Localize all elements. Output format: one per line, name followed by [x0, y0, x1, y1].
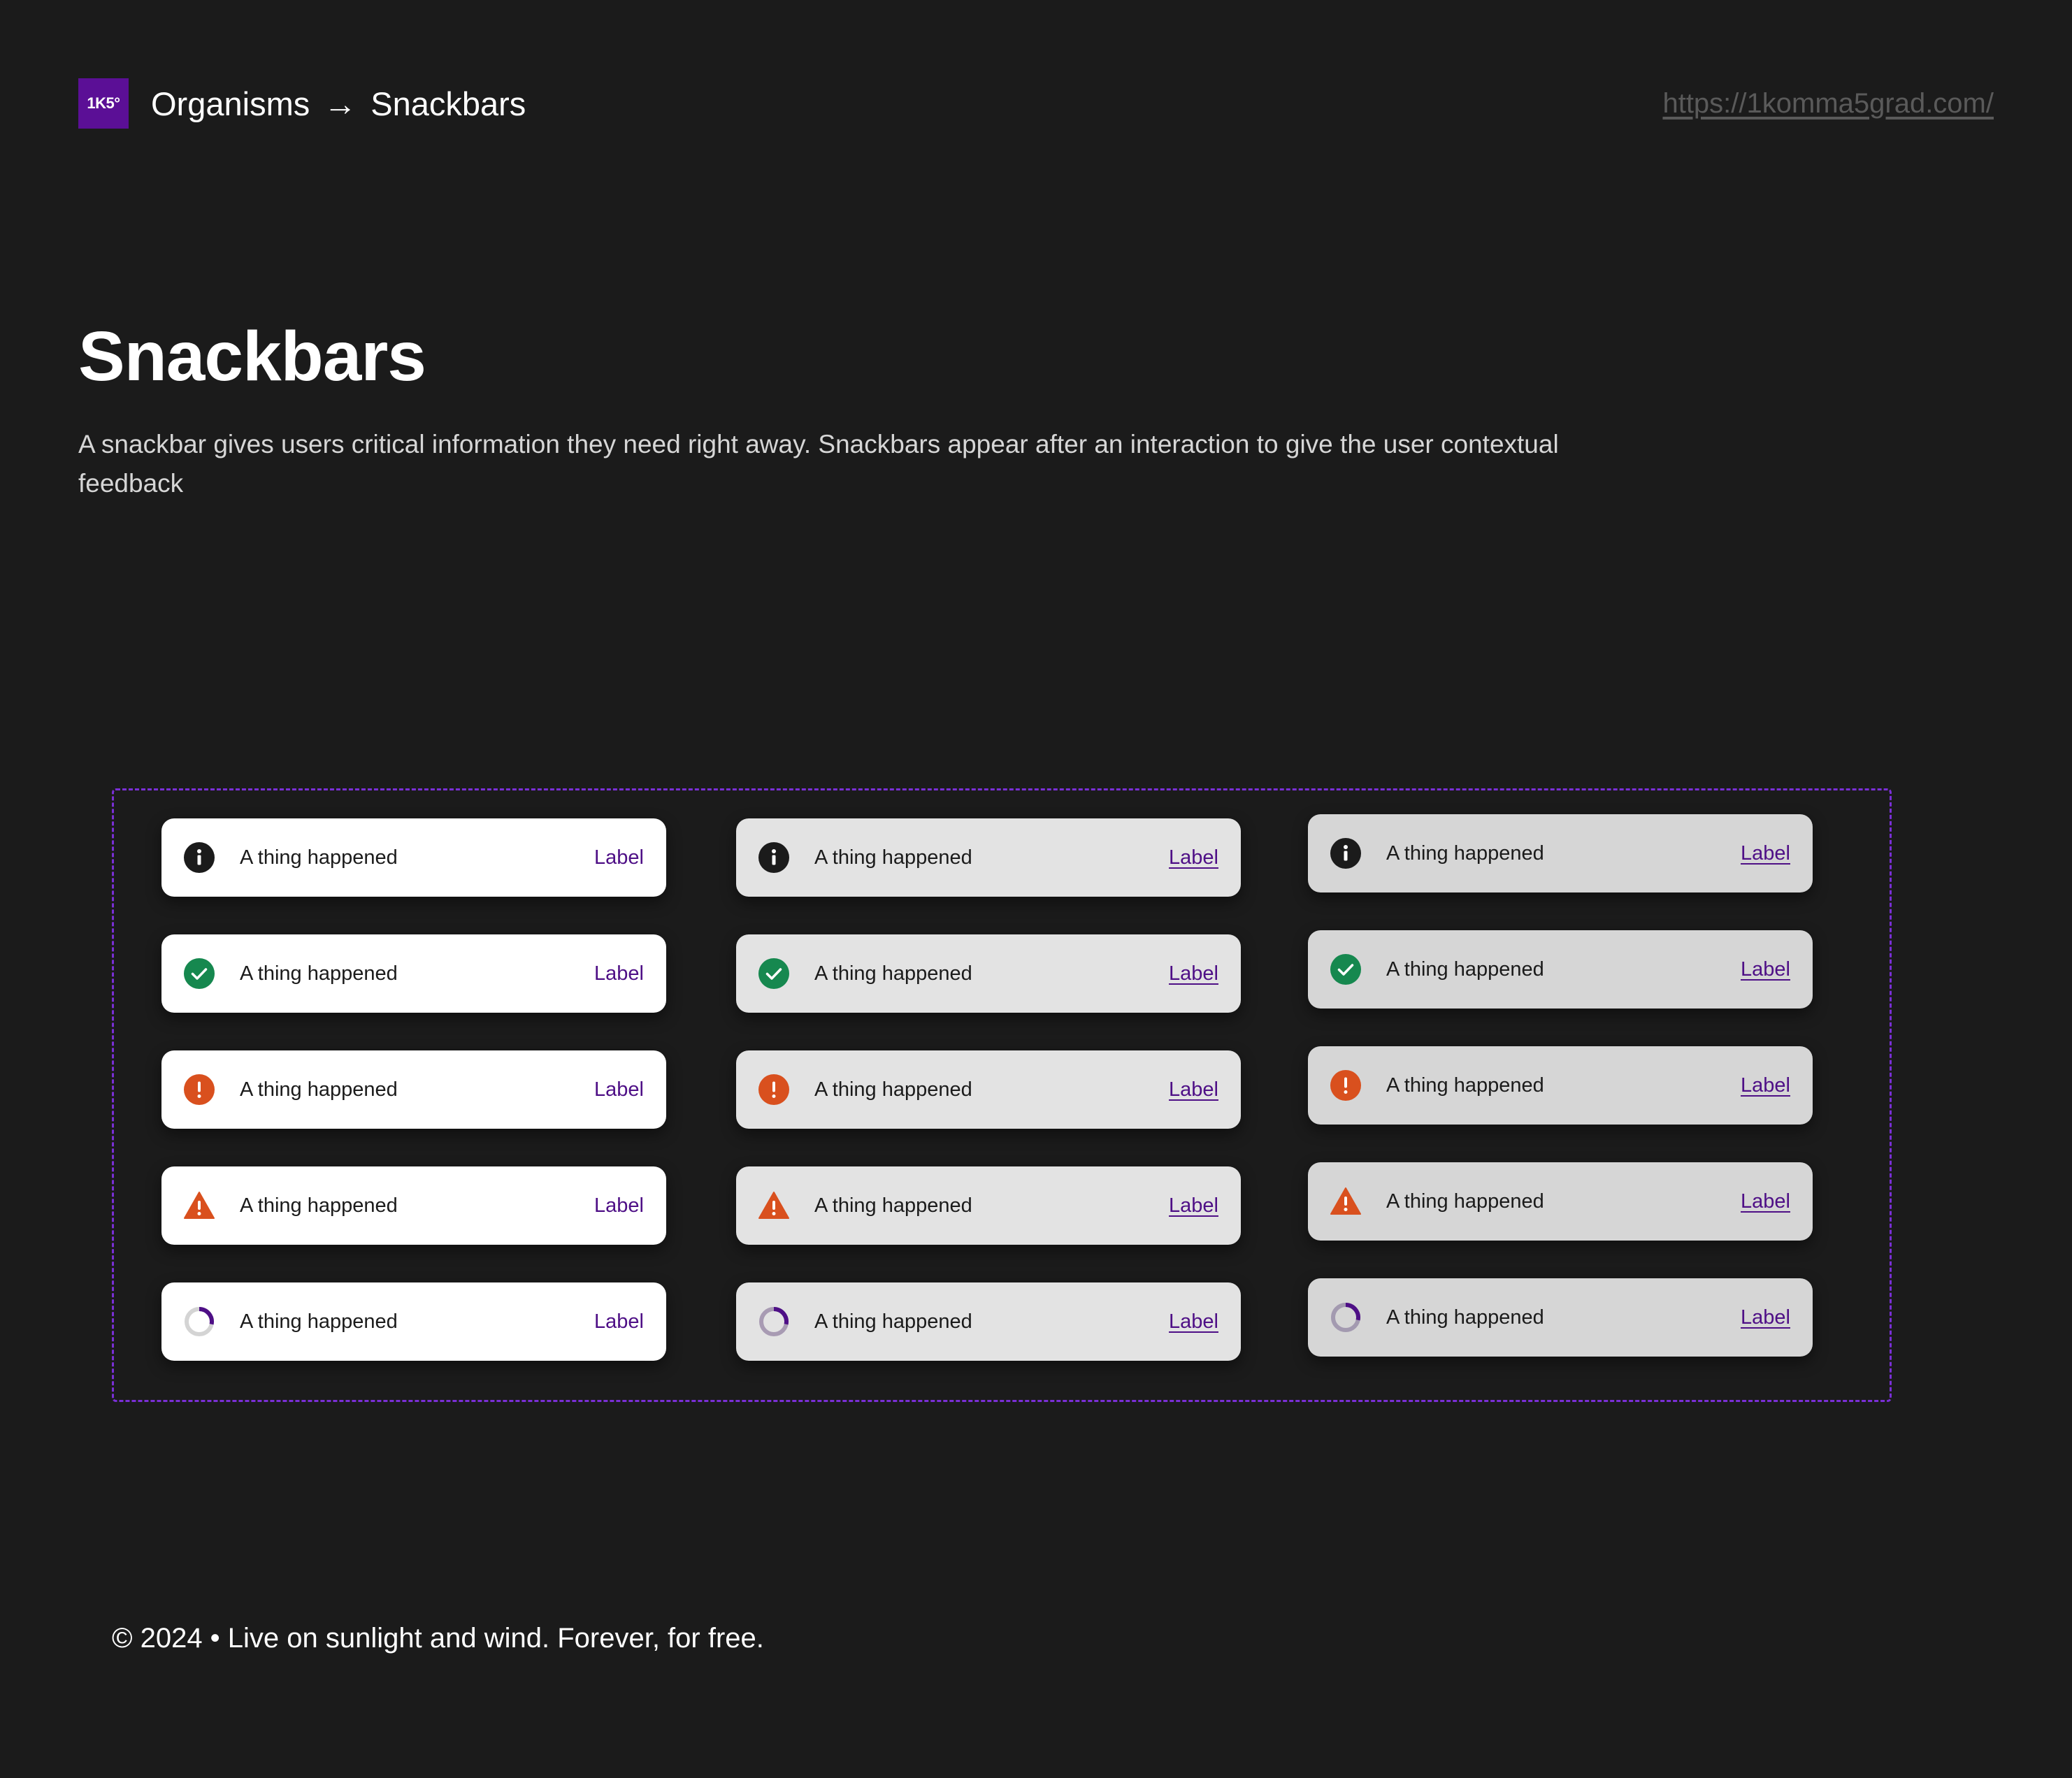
snackbar-action-button[interactable]: Label	[1741, 1162, 1790, 1241]
snackbar: A thing happened Label	[161, 934, 666, 1013]
snackbar-message: A thing happened	[814, 1078, 972, 1101]
arrow-right-icon: →	[324, 85, 357, 122]
footer-text: © 2024 • Live on sunlight and wind. Fore…	[112, 1623, 764, 1654]
snackbar-action-button[interactable]: Label	[1741, 930, 1790, 1009]
snackbar-message: A thing happened	[1386, 1306, 1544, 1329]
snackbar: A thing happened Label	[736, 1050, 1241, 1129]
snackbar-message: A thing happened	[240, 962, 398, 985]
warning-triangle-icon	[184, 1190, 215, 1221]
snackbar-action-button[interactable]: Label	[1741, 1278, 1790, 1357]
snackbar: A thing happened Label	[161, 1166, 666, 1245]
snackbar: A thing happened Label	[736, 1282, 1241, 1361]
snackbar: A thing happened Label	[1308, 1046, 1813, 1125]
snackbar-action-button[interactable]: Label	[594, 934, 644, 1013]
snackbar-action-button[interactable]: Label	[1169, 934, 1218, 1013]
breadcrumb: Organisms → Snackbars	[151, 78, 526, 129]
breadcrumb-item-snackbars: Snackbars	[370, 85, 526, 122]
snackbar-action-button[interactable]: Label	[1169, 1166, 1218, 1245]
snackbar-message: A thing happened	[814, 1310, 972, 1333]
snackbar: A thing happened Label	[161, 818, 666, 897]
snackbar-action-button[interactable]: Label	[594, 1282, 644, 1361]
snackbar-showcase-frame: A thing happened Label A thing happened Lab…	[112, 788, 1892, 1402]
snackbar-message: A thing happened	[814, 1194, 972, 1217]
error-circle-icon	[184, 1074, 215, 1105]
info-icon	[1330, 838, 1361, 869]
snackbar-message: A thing happened	[1386, 957, 1544, 981]
site-link[interactable]: https://1komma5grad.com/	[1662, 78, 1994, 129]
snackbar-action-button[interactable]: Label	[1741, 1046, 1790, 1125]
snackbar: A thing happened Label	[1308, 930, 1813, 1009]
snackbar-message: A thing happened	[814, 846, 972, 869]
error-circle-icon	[758, 1074, 789, 1105]
snackbar-message: A thing happened	[1386, 1190, 1544, 1213]
snackbar-action-button[interactable]: Label	[1741, 814, 1790, 892]
loading-spinner-icon	[1330, 1302, 1361, 1333]
snackbar: A thing happened Label	[1308, 1162, 1813, 1241]
breadcrumb-item-organisms[interactable]: Organisms	[151, 85, 310, 123]
snackbar-action-button[interactable]: Label	[594, 1050, 644, 1129]
snackbar-action-button[interactable]: Label	[1169, 818, 1218, 897]
snackbar-message: A thing happened	[814, 962, 972, 985]
page-description: A snackbar gives users critical informat…	[78, 430, 1559, 498]
snackbar-action-button[interactable]: Label	[1169, 1050, 1218, 1129]
snackbar: A thing happened Label	[736, 934, 1241, 1013]
loading-spinner-icon	[184, 1306, 215, 1337]
snackbar-message: A thing happened	[240, 1078, 398, 1101]
snackbar-message: A thing happened	[1386, 1074, 1544, 1097]
snackbar: A thing happened Label	[736, 818, 1241, 897]
info-icon	[184, 842, 215, 873]
snackbar: A thing happened Label	[161, 1050, 666, 1129]
snackbar: A thing happened Label	[1308, 814, 1813, 892]
snackbar: A thing happened Label	[736, 1166, 1241, 1245]
warning-triangle-icon	[758, 1190, 789, 1221]
snackbar: A thing happened Label	[1308, 1278, 1813, 1357]
snackbar-action-button[interactable]: Label	[594, 818, 644, 897]
brand-logo[interactable]: 1K5°	[78, 78, 129, 129]
snackbar-message: A thing happened	[1386, 841, 1544, 865]
header: 1K5° Organisms → Snackbars https://1komm…	[78, 78, 1994, 129]
check-circle-icon	[1330, 954, 1361, 985]
snackbar-message: A thing happened	[240, 1310, 398, 1333]
check-circle-icon	[758, 958, 789, 989]
snackbar-message: A thing happened	[240, 1194, 398, 1217]
warning-triangle-icon	[1330, 1186, 1361, 1217]
info-icon	[758, 842, 789, 873]
snackbar-message: A thing happened	[240, 846, 398, 869]
loading-spinner-icon	[758, 1306, 789, 1337]
snackbar-action-button[interactable]: Label	[594, 1166, 644, 1245]
snackbar: A thing happened Label	[161, 1282, 666, 1361]
page-title: Snackbars	[78, 317, 426, 396]
snackbar-action-button[interactable]: Label	[1169, 1282, 1218, 1361]
check-circle-icon	[184, 958, 215, 989]
error-circle-icon	[1330, 1070, 1361, 1101]
